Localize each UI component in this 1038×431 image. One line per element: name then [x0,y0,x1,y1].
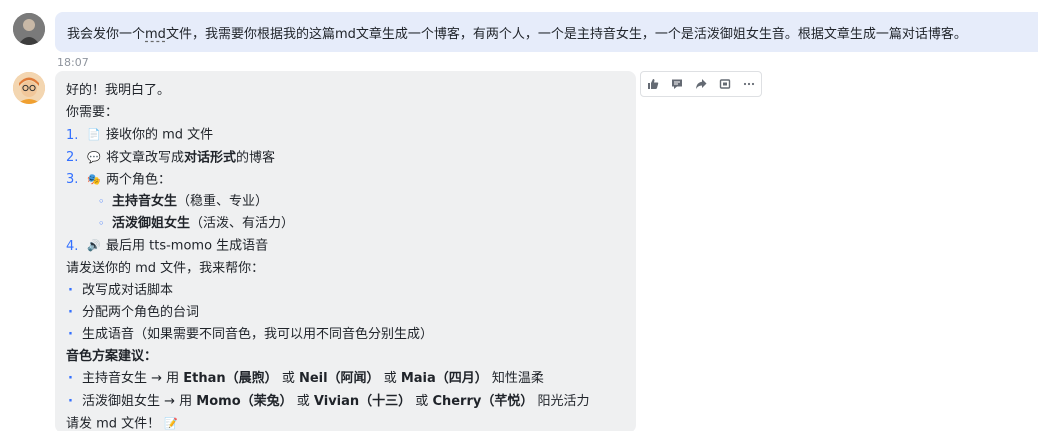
bot-avatar-image [13,72,45,104]
user-avatar[interactable] [13,13,45,45]
step-item: 3. 🎭 两个角色： [66,169,636,191]
comment-icon[interactable] [665,72,689,96]
bullet-icon: · [68,327,73,343]
circle-bullet-icon: ◦ [98,194,105,208]
role-item: ◦ 主持音女生（稳重、专业） [66,191,636,213]
theater-masks-icon: 🎭 [87,172,101,186]
forward-icon[interactable] [689,72,713,96]
help-item: · 改写成对话脚本 [66,280,636,302]
bot-avatar[interactable] [13,72,45,104]
pin-icon[interactable] [713,72,737,96]
circle-bullet-icon: ◦ [98,217,105,231]
more-icon[interactable] [737,72,761,96]
reply-need-label: 你需要： [66,105,119,121]
assistant-message-bubble: 好的！我明白了。 你需要： 1. 📄 接收你的 md 文件 2. 💬 将文章改写成对话形… [55,71,636,431]
voice-suggestion: · 活泼御姐女生 → 用 Momo（茉兔） 或 Vivian（十三） 或 Cher… [66,391,636,413]
reply-closing: 请发 md 文件！ 📝 [66,413,636,431]
help-item: · 生成语音（如果需要不同音色，我可以用不同音色分别生成） [66,324,636,346]
user-avatar-image [13,13,45,45]
bullet-icon: · [68,304,73,320]
bullet-icon: · [68,282,73,298]
speaker-icon: 🔊 [87,239,101,253]
help-item: · 分配两个角色的台词 [66,302,636,324]
reply-send-prompt: 请发送你的 md 文件，我来帮你： [66,260,265,276]
user-message-text: 我会发你一个md文件，我需要你根据我的这篇md文章生成一个博客，有两个人，一个是… [67,26,967,42]
message-timestamp: 18:07 [57,56,89,69]
document-icon: 📄 [87,128,101,142]
memo-icon: 📝 [164,416,179,430]
voice-suggestion: · 主持音女生 → 用 Ethan（晨煦） 或 Neil（阿闻） 或 Maia（四… [66,368,636,390]
speech-bubble-icon: 💬 [87,150,101,164]
reply-greeting: 好的！我明白了。 [66,83,171,98]
message-action-toolbar [640,71,762,97]
bullet-icon: · [68,393,73,409]
role-item: ◦ 活泼御姐女生（活泼、有活力） [66,213,636,235]
thumbs-up-icon[interactable] [641,72,665,96]
bullet-icon: · [68,371,73,387]
step-item: 1. 📄 接收你的 md 文件 [66,124,636,146]
voice-title: 音色方案建议： [66,349,158,365]
step-item: 2. 💬 将文章改写成对话形式的博客 [66,147,636,169]
step-item: 4. 🔊 最后用 tts-momo 生成语音 [66,235,636,257]
user-message-bubble: 我会发你一个md文件，我需要你根据我的这篇md文章生成一个博客，有两个人，一个是… [55,12,1038,52]
